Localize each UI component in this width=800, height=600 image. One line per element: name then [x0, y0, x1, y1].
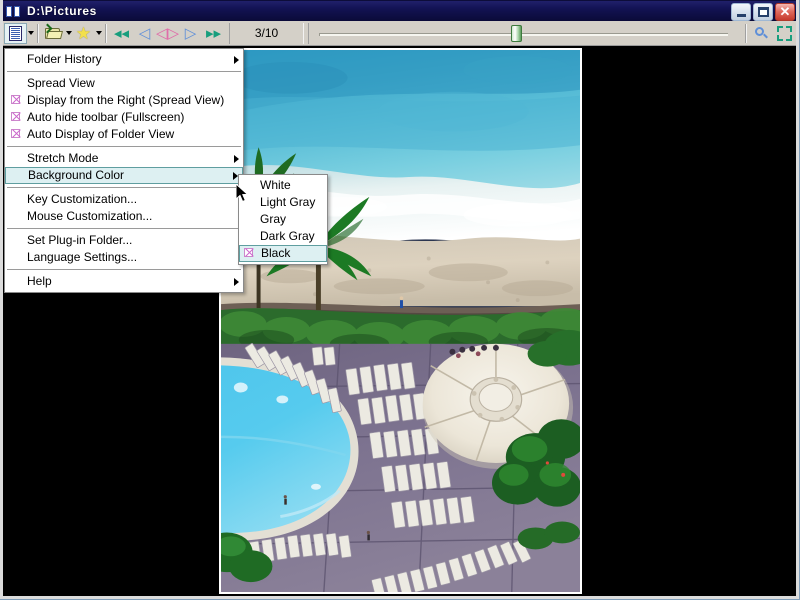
next-page-button[interactable]: ▷: [179, 23, 202, 44]
page-slider-thumb[interactable]: [511, 25, 522, 42]
submenu-item-label: Light Gray: [260, 194, 323, 211]
submenu-item-label: Dark Gray: [260, 228, 323, 245]
checkbox-checked-icon: [11, 112, 20, 121]
window-border-bottom: [0, 596, 800, 599]
page-slider-track: [319, 33, 728, 36]
favorites-dropdown-icon[interactable]: [96, 31, 102, 35]
window-title: D:\Pictures: [27, 4, 97, 18]
maximize-button[interactable]: [753, 3, 773, 21]
checkbox-checked-icon: [11, 92, 24, 109]
fullscreen-icon: [777, 26, 792, 41]
checkbox-checked-icon: [11, 95, 20, 104]
first-page-icon: ◂◂: [114, 26, 129, 41]
open-folder-icon: [45, 26, 62, 40]
menu-item-label: Auto Display of Folder View: [27, 126, 239, 143]
displayed-image[interactable]: [219, 48, 582, 594]
spread-view-icon: ◁▷: [156, 26, 179, 41]
menu-item-auto-hide-toolbar-fullscreen[interactable]: Auto hide toolbar (Fullscreen): [5, 109, 243, 126]
checkbox-checked-icon: [11, 126, 24, 143]
title-bar[interactable]: D:\Pictures ✕: [2, 1, 798, 21]
toolbar-separator: [37, 24, 39, 43]
submenu-item-light-gray[interactable]: Light Gray: [239, 194, 327, 211]
menu-separator: [7, 187, 241, 188]
minimize-icon: [737, 14, 746, 17]
menu-item-label: Background Color: [28, 168, 225, 183]
menu-item-language-settings[interactable]: Language Settings...: [5, 249, 243, 266]
toolbar: ★ ◂◂ ◁ ◁▷ ▷ ▸▸ 3/10: [2, 21, 798, 46]
star-icon: ★: [76, 25, 91, 42]
list-view-icon: [9, 26, 22, 41]
submenu-arrow-icon: [234, 56, 239, 64]
submenu-item-gray[interactable]: Gray: [239, 211, 327, 228]
menu-separator: [7, 228, 241, 229]
close-button[interactable]: ✕: [775, 3, 795, 21]
zoom-button[interactable]: [750, 23, 773, 44]
menu-item-display-from-the-right-spread-view[interactable]: Display from the Right (Spread View): [5, 92, 243, 109]
menu-item-spread-view[interactable]: Spread View: [5, 75, 243, 92]
submenu-item-white[interactable]: White: [239, 177, 327, 194]
magnifier-icon: [754, 26, 769, 41]
toolbar-separator: [105, 24, 107, 43]
menu-item-label: Stretch Mode: [27, 150, 226, 167]
application-window: D:\Pictures ✕ ★: [0, 0, 800, 600]
toolbar-separator: [745, 24, 747, 43]
window-controls: ✕: [731, 3, 795, 21]
menu-item-key-customization[interactable]: Key Customization...: [5, 191, 243, 208]
submenu-item-black[interactable]: Black: [239, 245, 327, 262]
options-menu[interactable]: Folder History Spread ViewDisplay from th…: [4, 48, 244, 293]
view-mode-button[interactable]: [4, 23, 27, 44]
aerial-beach-resort-photo: [221, 50, 580, 592]
spread-view-button[interactable]: ◁▷: [156, 23, 179, 44]
favorites-button[interactable]: ★: [72, 23, 95, 44]
maximize-icon: [758, 7, 769, 17]
open-folder-button[interactable]: [42, 23, 65, 44]
menu-item-background-color[interactable]: Background Color: [5, 167, 243, 184]
window-border-left: [0, 0, 3, 600]
menu-item-mouse-customization[interactable]: Mouse Customization...: [5, 208, 243, 225]
menu-item-label: Set Plug-in Folder...: [27, 232, 239, 249]
menu-item-label: Help: [27, 273, 226, 290]
menu-item-label: Auto hide toolbar (Fullscreen): [27, 109, 239, 126]
last-page-button[interactable]: ▸▸: [202, 23, 225, 44]
page-counter: 3/10: [229, 23, 304, 44]
menu-item-label: Spread View: [27, 75, 239, 92]
next-page-icon: ▷: [185, 26, 197, 41]
menu-separator: [7, 71, 241, 72]
first-page-button[interactable]: ◂◂: [110, 23, 133, 44]
window-border-right: [796, 0, 799, 600]
menu-separator: [7, 269, 241, 270]
checkbox-checked-icon: [244, 246, 258, 261]
close-icon: ✕: [776, 4, 794, 20]
menu-item-label: Mouse Customization...: [27, 208, 239, 225]
checkbox-checked-icon: [11, 109, 24, 126]
submenu-item-label: Gray: [260, 211, 323, 228]
menu-item-label: Key Customization...: [27, 191, 239, 208]
menu-item-label: Folder History: [27, 51, 226, 68]
menu-separator: [7, 146, 241, 147]
submenu-item-dark-gray[interactable]: Dark Gray: [239, 228, 327, 245]
submenu-item-label: White: [260, 177, 323, 194]
view-mode-dropdown-icon[interactable]: [28, 31, 34, 35]
submenu-arrow-icon: [234, 278, 239, 286]
submenu-arrow-icon: [234, 155, 239, 163]
checkbox-checked-icon: [244, 248, 253, 257]
checkbox-checked-icon: [11, 129, 20, 138]
menu-item-set-plug-in-folder[interactable]: Set Plug-in Folder...: [5, 232, 243, 249]
menu-item-help[interactable]: Help: [5, 273, 243, 290]
minimize-button[interactable]: [731, 3, 751, 21]
last-page-icon: ▸▸: [206, 26, 221, 41]
fullscreen-button[interactable]: [773, 23, 796, 44]
menu-item-label: Language Settings...: [27, 249, 239, 266]
menu-item-stretch-mode[interactable]: Stretch Mode: [5, 150, 243, 167]
menu-item-auto-display-of-folder-view[interactable]: Auto Display of Folder View: [5, 126, 243, 143]
book-icon: [6, 5, 22, 18]
menu-item-label: Display from the Right (Spread View): [27, 92, 239, 109]
previous-page-icon: ◁: [139, 26, 151, 41]
page-slider[interactable]: [308, 23, 738, 44]
background-color-submenu[interactable]: WhiteLight GrayGrayDark GrayBlack: [238, 174, 328, 265]
menu-item-folder-history[interactable]: Folder History: [5, 51, 243, 68]
submenu-item-label: Black: [261, 246, 322, 261]
previous-page-button[interactable]: ◁: [133, 23, 156, 44]
